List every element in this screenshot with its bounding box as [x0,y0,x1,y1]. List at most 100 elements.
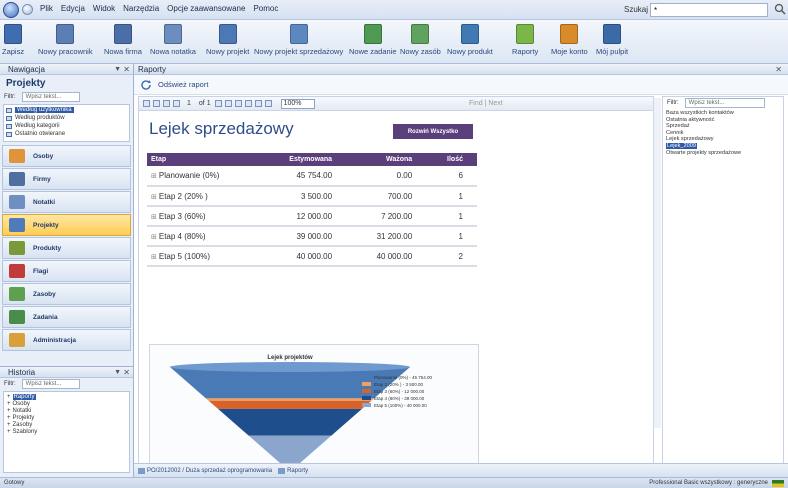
close-icon[interactable]: ✕ [775,64,782,75]
nav-button-4[interactable]: Produkty [2,237,131,259]
expand-icon[interactable]: + [7,408,11,414]
table-row[interactable]: ⊞ Etap 5 (100%) 40 000.00 40 000.00 2 [147,246,477,267]
document-tab[interactable]: PO/2012002 / Duża sprzedaż oprogramowani… [138,467,272,474]
previous-page-icon[interactable] [173,100,180,107]
menu-item-opcje-zaawansowane[interactable]: Opcje zaawansowane [167,4,245,13]
scrollbar[interactable] [653,98,661,428]
reports-pane: Raporty ✕ Odśwież raport 1 of 1 100% Fin… [134,64,788,477]
refresh-report-button[interactable]: Odśwież raport [134,75,788,95]
document-tab[interactable]: Raporty [278,467,308,474]
ribbon-button-8[interactable]: Nowy produkt [447,22,493,62]
menu-item-pomoc[interactable]: Pomoc [253,4,278,13]
nav-button-label: Zadania [33,313,58,321]
nav-button-icon [9,310,25,324]
close-icon[interactable]: ✕ [123,64,130,75]
report-item[interactable]: Otwarte projekty sprzedażowe [666,150,780,157]
table-row[interactable]: ⊞ Etap 2 (20% ) 3 500.00 700.00 1 [147,186,477,207]
nav-button-6[interactable]: Zasoby [2,283,131,305]
report-item[interactable]: Cennik [666,130,780,137]
find-next[interactable]: Find | Next [469,100,503,107]
report-item[interactable]: Sprzedaż [666,123,780,130]
folder-icon [6,123,12,129]
ribbon-button-10[interactable]: Moje konto [551,22,588,62]
page-setup-icon[interactable] [153,100,160,107]
tree-item[interactable]: Według użytkownika [6,106,127,114]
ribbon-button-6[interactable]: Nowe zadanie [349,22,397,62]
table-row[interactable]: ⊞ Etap 4 (80%) 39 000.00 31 200.00 1 [147,226,477,247]
report-item[interactable]: Baza wszystkich kontaktów [666,110,780,117]
expand-all-button[interactable]: Rozwiń Wszystko [393,124,473,139]
nav-button-0[interactable]: Osoby [2,145,131,167]
expand-icon[interactable]: ⊞ [151,194,157,201]
history-item[interactable]: + Zasoby [7,422,126,429]
ribbon-button-7[interactable]: Nowy zasób [400,22,441,62]
nav-button-3[interactable]: Projekty [2,214,131,236]
ribbon-button-0[interactable]: Zapisz [2,22,24,62]
report-item[interactable]: Lejek_2009 [666,142,780,150]
nav-button-label: Administracja [33,336,76,344]
ribbon-button-4[interactable]: Nowy projekt [206,22,249,62]
pin-icon[interactable]: ▼ [114,64,121,75]
nav-button-8[interactable]: Administracja [2,329,131,351]
history-item[interactable]: + Raporty [7,394,126,401]
nav-button-5[interactable]: Flagi [2,260,131,282]
expand-icon[interactable]: ⊞ [151,214,157,221]
status-bar: Gotowy Professional Basic wszystkowy : g… [0,477,788,488]
tree-item[interactable]: Według produktów [6,114,127,122]
new-employee-icon [56,24,75,44]
search-input[interactable] [650,3,768,17]
expand-icon[interactable]: ⊞ [151,173,157,180]
report-item[interactable]: Ostatnia aktywność [666,117,780,124]
ribbon-button-2[interactable]: Nowa firma [104,22,142,62]
table-row[interactable]: ⊞ Etap 3 (60%) 12 000.00 7 200.00 1 [147,206,477,227]
nav-button-2[interactable]: Notatki [2,191,131,213]
menu-item-plik[interactable]: Plik [40,4,53,13]
menu-item-edycja[interactable]: Edycja [61,4,85,13]
ribbon-button-11[interactable]: Mój pulpit [596,22,628,62]
expand-icon[interactable]: + [7,401,11,407]
ribbon-button-label: Nowy pracownik [38,47,93,56]
tree-item[interactable]: Ostatnio otwierane [6,130,127,138]
expand-icon[interactable]: + [7,394,11,400]
ribbon-button-5[interactable]: Nowy projekt sprzedażowy [254,22,343,62]
refresh-icon[interactable] [244,100,252,107]
app-orb-icon[interactable] [3,2,19,18]
zoom-select[interactable]: 100% [280,98,315,109]
stop-icon[interactable] [234,100,242,107]
page-current[interactable]: 1 [187,100,191,107]
reports-tab[interactable]: Raporty ✕ [134,64,788,75]
nav-button-1[interactable]: Firmy [2,168,131,190]
expand-icon[interactable]: ⊞ [151,254,157,261]
print-icon[interactable] [143,100,150,107]
pin-icon[interactable]: ▼ [114,367,121,378]
history-item[interactable]: + Projekty [7,415,126,422]
quick-access-icon[interactable] [22,4,33,15]
search-icon[interactable] [774,3,786,15]
filter-input[interactable]: Wpisz tekst... [21,92,80,102]
first-page-icon[interactable] [163,100,170,107]
export-icon[interactable] [264,100,272,107]
tree-item[interactable]: Według kategorii [6,122,127,130]
nav-button-7[interactable]: Zadania [2,306,131,328]
table-row[interactable]: ⊞ Planowanie (0%) 45 754.00 0.00 6 [147,166,477,187]
filter-input[interactable]: Wpisz tekst... [21,379,80,389]
next-page-icon[interactable] [214,100,222,107]
ribbon-button-9[interactable]: Raporty [512,22,538,62]
history-item[interactable]: + Notatki [7,408,126,415]
ribbon-button-3[interactable]: Nowa notatka [150,22,196,62]
expand-icon[interactable]: + [7,429,11,435]
expand-icon[interactable]: + [7,422,11,428]
expand-icon[interactable]: + [7,415,11,421]
print-layout-icon[interactable] [254,100,262,107]
history-item[interactable]: + Osoby [7,401,126,408]
menu-item-widok[interactable]: Widok [93,4,115,13]
report-item[interactable]: Lejek sprzedażowy [666,136,780,143]
ribbon-button-1[interactable]: Nowy pracownik [38,22,93,62]
language-flag-icon[interactable] [772,480,784,487]
filter-input[interactable]: Wpisz tekst... [684,98,765,108]
close-icon[interactable]: ✕ [123,367,130,378]
last-page-icon[interactable] [224,100,232,107]
history-item[interactable]: + Szablony [7,429,126,436]
menu-item-narzedzia[interactable]: Narzędzia [123,4,159,13]
expand-icon[interactable]: ⊞ [151,234,157,241]
